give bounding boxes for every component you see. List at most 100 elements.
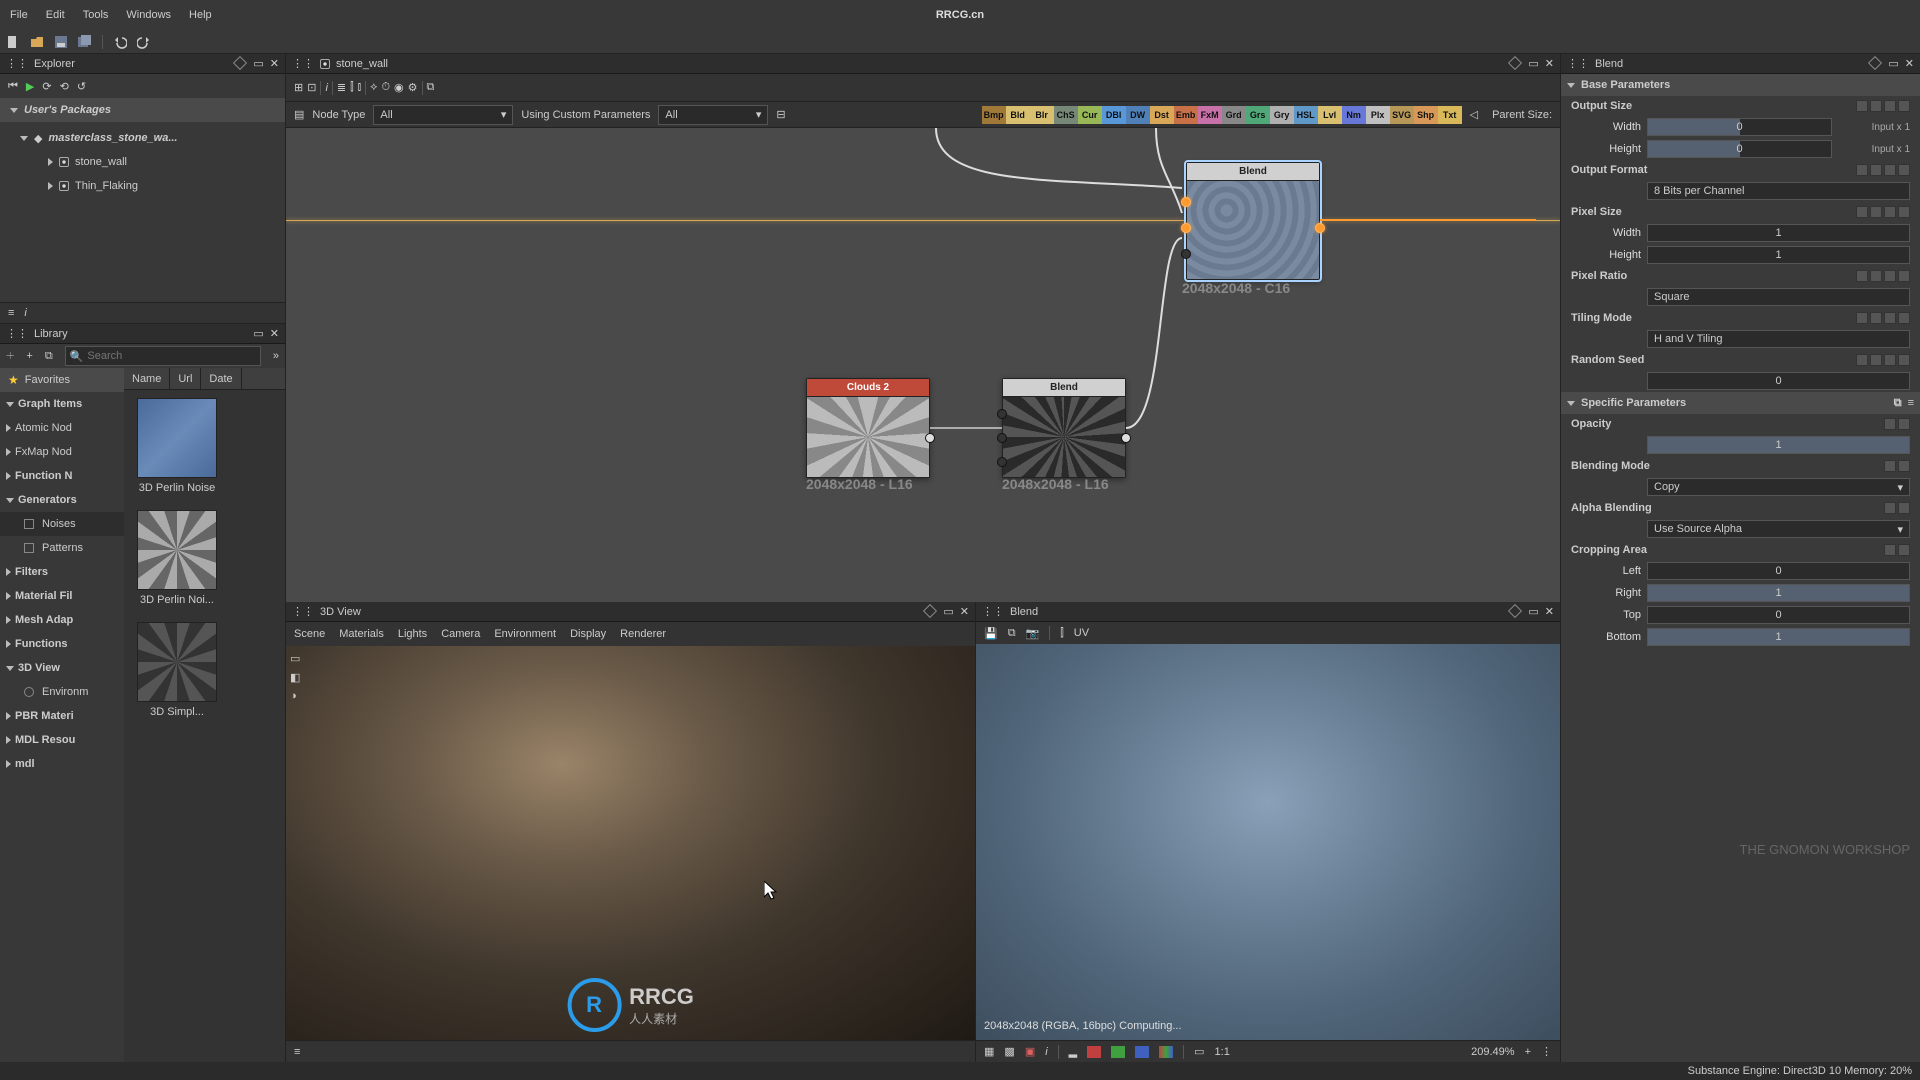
param-actions[interactable] xyxy=(1884,418,1910,430)
new-icon[interactable] xyxy=(6,35,20,49)
gear-icon[interactable]: ⚙ xyxy=(408,81,418,94)
highlight-icon[interactable]: ◉ xyxy=(394,81,404,94)
viewport-3d[interactable]: ▭ ◧ ◑ R RRCG 人人素材 xyxy=(286,646,975,1040)
favorites-header[interactable]: ★Favorites xyxy=(0,368,124,392)
format-pill-dbl[interactable]: DBl xyxy=(1102,106,1126,124)
undo-icon[interactable] xyxy=(113,35,127,49)
param-actions[interactable] xyxy=(1856,354,1910,366)
graph-canvas[interactable]: Blend 2048x2048 - C16 Clouds 2 2048x2048… xyxy=(286,128,1560,602)
param-actions[interactable] xyxy=(1856,312,1910,324)
link-icon[interactable]: ⟡ xyxy=(370,81,377,94)
format-pill-txt[interactable]: Txt xyxy=(1438,106,1462,124)
node-clouds-2[interactable]: Clouds 2 xyxy=(806,378,930,478)
viewport-tool-icon[interactable]: ◧ xyxy=(290,671,300,684)
menu-tools[interactable]: Tools xyxy=(83,9,109,21)
crop-bottom-field[interactable]: 1 xyxy=(1647,628,1910,646)
param-actions[interactable] xyxy=(1856,206,1910,218)
search-input[interactable] xyxy=(87,350,256,362)
close-icon[interactable]: ✕ xyxy=(270,327,279,340)
format-pill-shp[interactable]: Shp xyxy=(1414,106,1438,124)
col-name[interactable]: Name xyxy=(124,368,170,389)
info-icon[interactable]: i xyxy=(1045,1046,1047,1058)
tree-pbr-materials[interactable]: PBR Materi xyxy=(0,704,124,728)
format-pill-nm[interactable]: Nm xyxy=(1342,106,1366,124)
sync-icon[interactable]: ↺ xyxy=(77,80,86,93)
menu-scene[interactable]: Scene xyxy=(294,628,325,640)
alpha-select[interactable]: Use Source Alpha▾ xyxy=(1647,520,1910,538)
tile-icon[interactable]: ▦ xyxy=(984,1045,994,1058)
tree-patterns[interactable]: Patterns xyxy=(0,536,124,560)
close-icon[interactable]: ✕ xyxy=(1905,57,1914,70)
ch-g-icon[interactable] xyxy=(1111,1046,1125,1058)
input-connector[interactable] xyxy=(1181,197,1191,207)
input-connector[interactable] xyxy=(1181,249,1191,259)
menu-help[interactable]: Help xyxy=(189,9,212,21)
viewport-tool-icon[interactable]: ◑ xyxy=(290,690,300,702)
uv-label[interactable]: UV xyxy=(1074,627,1089,639)
add-icon[interactable]: 🞡 xyxy=(6,350,14,363)
link-icon[interactable]: ⟲ xyxy=(60,80,69,93)
param-actions[interactable] xyxy=(1884,460,1910,472)
fit-sel-icon[interactable]: ⊡ xyxy=(307,81,316,94)
packages-header[interactable]: User's Packages xyxy=(0,98,285,122)
input-connector[interactable] xyxy=(997,409,1007,419)
format-pill-grd[interactable]: Grd xyxy=(1222,106,1246,124)
camera-icon[interactable]: 📷 xyxy=(1026,627,1040,640)
tree-graph-items[interactable]: Graph Items xyxy=(0,392,124,416)
graph-item-thin-flaking[interactable]: Thin_Flaking xyxy=(0,174,285,198)
seed-field[interactable]: 0 xyxy=(1647,372,1910,390)
menu-materials[interactable]: Materials xyxy=(339,628,384,640)
info-icon[interactable]: i xyxy=(325,82,327,94)
grip-icon[interactable]: ⋮⋮ xyxy=(6,327,28,340)
grip-icon[interactable]: ⋮⋮ xyxy=(1567,57,1589,70)
tree-filters[interactable]: Filters xyxy=(0,560,124,584)
histogram-icon[interactable]: ▂ xyxy=(1069,1045,1077,1058)
menu-windows[interactable]: Windows xyxy=(126,9,171,21)
custom-params-select[interactable]: All▾ xyxy=(658,105,768,125)
param-actions[interactable] xyxy=(1856,270,1910,282)
viewport-tool-icon[interactable]: ▭ xyxy=(290,652,300,665)
opacity-slider[interactable]: 1 xyxy=(1647,436,1910,454)
maximize-icon[interactable]: ▭ xyxy=(253,57,263,70)
format-pill-hsl[interactable]: HSL xyxy=(1294,106,1318,124)
maximize-icon[interactable]: ▭ xyxy=(1528,57,1538,70)
screenshot-icon[interactable]: ⧉ xyxy=(427,81,435,94)
ch-r-icon[interactable] xyxy=(1087,1046,1101,1058)
menu-display[interactable]: Display xyxy=(570,628,606,640)
collapse-icon[interactable]: ◁ xyxy=(1470,108,1478,121)
pin-icon[interactable] xyxy=(1510,606,1522,618)
tree-mdl[interactable]: mdl xyxy=(0,752,124,776)
height-field[interactable]: 0 xyxy=(1647,140,1832,158)
menu-icon[interactable]: ≡ xyxy=(294,1046,300,1058)
library-thumb[interactable]: 3D Perlin Noi... xyxy=(132,510,222,606)
library-search[interactable]: 🔍 xyxy=(65,346,261,366)
grip-icon[interactable]: ⋮⋮ xyxy=(982,605,1004,618)
zoom-in-icon[interactable]: + xyxy=(1525,1046,1531,1058)
format-pill-cur[interactable]: Cur xyxy=(1078,106,1102,124)
format-pill-bld[interactable]: Bld xyxy=(1006,106,1030,124)
psize-width-field[interactable]: 1 xyxy=(1647,224,1910,242)
format-pill-lvl[interactable]: Lvl xyxy=(1318,106,1342,124)
graph-item-stone-wall[interactable]: stone_wall xyxy=(0,150,285,174)
split-icon[interactable]: ⫿ xyxy=(1060,627,1064,640)
library-thumb[interactable]: 3D Simpl... xyxy=(132,622,222,718)
info-icon[interactable]: i xyxy=(24,307,26,319)
param-actions[interactable] xyxy=(1856,164,1910,176)
ch-rgb-icon[interactable] xyxy=(1159,1046,1173,1058)
tree-mesh-adaptive[interactable]: Mesh Adap xyxy=(0,608,124,632)
node-blend-2[interactable]: Blend xyxy=(1002,378,1126,478)
channel-icon[interactable]: ▣ xyxy=(1025,1045,1035,1058)
tree-noises[interactable]: Noises xyxy=(0,512,124,536)
output-connector[interactable] xyxy=(1315,223,1325,233)
ratio-icon[interactable]: ▭ xyxy=(1194,1045,1204,1058)
grid-icon[interactable]: ▩ xyxy=(1004,1045,1014,1058)
viewport-2d[interactable]: 2048x2048 (RGBA, 16bpc) Computing... xyxy=(976,644,1560,1040)
blending-select[interactable]: Copy▾ xyxy=(1647,478,1910,496)
format-select[interactable]: 8 Bits per Channel xyxy=(1647,182,1910,200)
tree-3d-view[interactable]: 3D View xyxy=(0,656,124,680)
format-pill-plx[interactable]: Plx xyxy=(1366,106,1390,124)
format-pill-chs[interactable]: ChS xyxy=(1054,106,1078,124)
eq-icon[interactable]: ≡ xyxy=(8,307,14,319)
timing-icon[interactable]: ⏱ xyxy=(381,81,390,94)
maximize-icon[interactable]: ▭ xyxy=(943,605,953,618)
